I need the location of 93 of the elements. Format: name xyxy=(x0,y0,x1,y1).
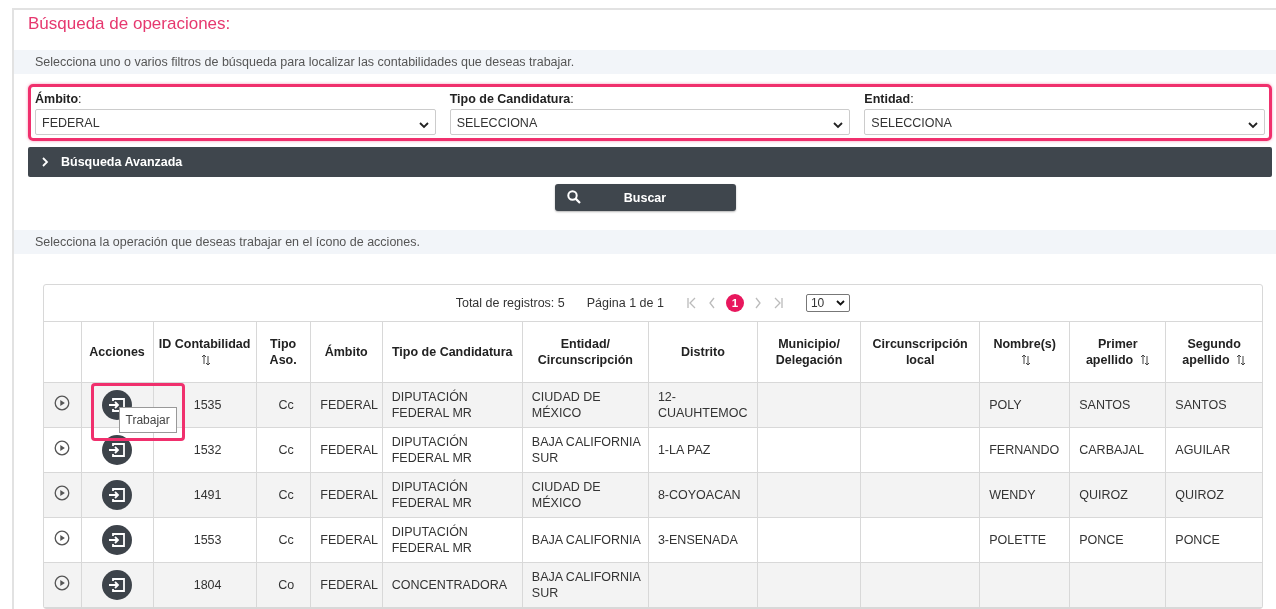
table-cell: FERNANDO xyxy=(989,443,1060,457)
table-cell: BAJA CALIFORNIA SUR xyxy=(531,435,641,465)
table-cell: Cc xyxy=(278,398,294,412)
chevron-down-icon xyxy=(833,122,844,129)
play-circle-icon[interactable] xyxy=(54,395,71,411)
play-circle-icon[interactable] xyxy=(54,440,71,456)
table-cell: BAJA CALIFORNIA xyxy=(531,533,641,547)
play-circle-icon[interactable] xyxy=(54,575,71,591)
table-cell: 1553 xyxy=(193,533,222,547)
filter-label: Ámbito: xyxy=(35,92,83,106)
info-band: Selecciona uno o varios filtros de búsqueda para localizar las contabilidades que deseas trabajar. xyxy=(14,50,1276,74)
column-header[interactable]: Primer apellido xyxy=(1069,322,1166,383)
column-header: Tipo Aso. xyxy=(256,322,311,383)
table-cell: PONCE xyxy=(1175,533,1220,547)
filter-label: Tipo de Candidatura: xyxy=(449,92,575,106)
record-count: Total de registros: 5 xyxy=(455,296,565,310)
table-cell: QUIROZ xyxy=(1175,488,1224,502)
table-cell: PONCE xyxy=(1079,533,1124,547)
table-cell: DIPUTACIÓN FEDERAL MR xyxy=(391,435,472,465)
page-title: Búsqueda de operaciones: xyxy=(27,13,232,35)
table-cell: DIPUTACIÓN FEDERAL MR xyxy=(391,390,472,420)
table-cell: FEDERAL xyxy=(320,488,378,502)
chevron-down-icon xyxy=(418,122,429,129)
select-field[interactable]: SELECCIONA xyxy=(449,109,851,135)
table-cell: DIPUTACIÓN FEDERAL MR xyxy=(391,480,472,510)
table-cell: Co xyxy=(278,578,295,592)
column-header: Circunscripción local xyxy=(860,322,980,383)
table-cell: AGUILAR xyxy=(1175,443,1231,457)
login-icon xyxy=(108,532,127,548)
table-cell: SANTOS xyxy=(1175,398,1227,412)
sort-icon[interactable] xyxy=(1021,354,1032,366)
column-header[interactable]: Segundo apellido xyxy=(1165,322,1262,383)
filter-label: Entidad: xyxy=(864,92,915,106)
column-header[interactable]: ID Contabilidad xyxy=(153,322,257,383)
table-cell: POLETTE xyxy=(989,533,1047,547)
column-header[interactable]: Nombre(s) xyxy=(979,322,1070,383)
table-cell: FEDERAL xyxy=(320,443,378,457)
sort-icon[interactable] xyxy=(1236,354,1246,366)
table-cell: FEDERAL xyxy=(320,578,378,592)
login-icon xyxy=(108,487,127,503)
work-button[interactable] xyxy=(102,525,133,555)
chevron-down-icon xyxy=(1248,122,1258,129)
page-size-select[interactable]: 10 xyxy=(805,294,851,312)
work-button[interactable] xyxy=(102,570,133,600)
table-cell: 1-LA PAZ xyxy=(657,443,711,457)
table-cell: 1804 xyxy=(193,578,222,592)
table-cell: CONCENTRADORA xyxy=(391,578,507,592)
select-field[interactable]: FEDERAL xyxy=(35,109,436,135)
tooltip: Trabajar xyxy=(118,407,177,433)
table-cell: 1532 xyxy=(193,443,222,457)
table-cell: FEDERAL xyxy=(320,533,378,547)
column-header: Ámbito xyxy=(310,322,383,383)
info-band: Selecciona la operación que deseas trabajar en el ícono de acciones. xyxy=(14,230,1276,254)
table-cell: Cc xyxy=(278,443,294,457)
login-icon xyxy=(108,397,127,413)
advanced-search-bar[interactable]: Búsqueda Avanzada xyxy=(28,147,1272,177)
table-cell: CARBAJAL xyxy=(1079,443,1144,457)
table-cell: SANTOS xyxy=(1079,398,1131,412)
table-cell: WENDY xyxy=(989,488,1036,502)
login-icon xyxy=(108,442,127,458)
table-cell: CIUDAD DE MÉXICO xyxy=(531,480,601,510)
table-cell: 1535 xyxy=(193,398,222,412)
table-cell: DIPUTACIÓN FEDERAL MR xyxy=(391,525,472,555)
table-cell: POLY xyxy=(989,398,1022,412)
search-button[interactable]: Buscar xyxy=(554,184,736,211)
column-header: Acciones xyxy=(81,322,154,383)
table-cell: QUIROZ xyxy=(1079,488,1128,502)
work-button[interactable] xyxy=(102,435,133,465)
table-cell: 8-COYOACAN xyxy=(657,488,741,502)
search-icon xyxy=(566,190,581,204)
play-circle-icon[interactable] xyxy=(54,485,71,501)
page-info: Página 1 de 1 xyxy=(586,296,664,310)
table-cell: 3-ENSENADA xyxy=(657,533,738,547)
column-header: Entidad/ Circunscripción xyxy=(522,322,649,383)
chevron-down-icon xyxy=(836,300,846,306)
table-cell: Cc xyxy=(278,488,294,502)
page-button[interactable]: 1 xyxy=(725,294,744,312)
work-button[interactable] xyxy=(102,480,133,510)
table-cell: BAJA CALIFORNIA SUR xyxy=(531,570,641,600)
chevron-right-icon xyxy=(42,157,49,167)
play-circle-icon[interactable] xyxy=(54,530,71,546)
table-cell: Cc xyxy=(278,533,294,547)
column-header: Tipo de Candidatura xyxy=(382,322,523,383)
login-icon xyxy=(108,577,127,593)
table-cell: 12-CUAUHTEMOC xyxy=(657,390,748,420)
column-header: Distrito xyxy=(648,322,758,383)
sort-icon[interactable] xyxy=(201,354,212,366)
sort-icon[interactable] xyxy=(1139,354,1150,366)
column-header: Municipio/ Delegación xyxy=(757,322,861,383)
select-field[interactable]: SELECCIONA xyxy=(864,109,1265,135)
table-cell: 1491 xyxy=(193,488,222,502)
table-cell: CIUDAD DE MÉXICO xyxy=(531,390,601,420)
table-cell: FEDERAL xyxy=(320,398,378,412)
